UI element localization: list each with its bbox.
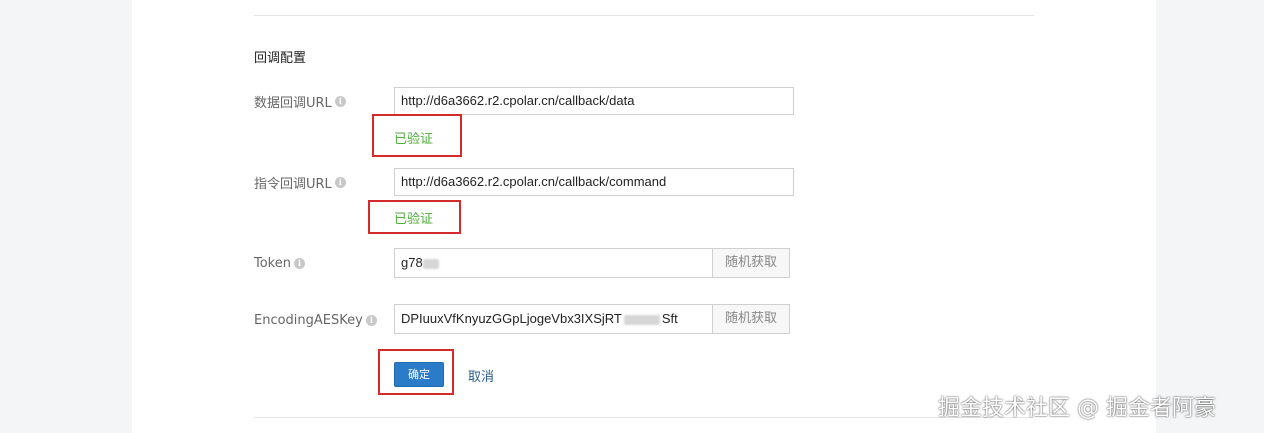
redacted-blur: [422, 258, 439, 269]
bottom-divider: [254, 417, 1034, 418]
data-callback-label-row: 数据回调URL i: [254, 92, 346, 111]
data-callback-label: 数据回调URL: [254, 95, 332, 111]
token-label: Token: [254, 255, 291, 271]
token-random-button[interactable]: 随机获取: [712, 248, 791, 278]
token-input-group: g78 随机获取: [394, 248, 791, 278]
top-divider: [254, 15, 1034, 16]
token-label-row: Token i: [254, 254, 305, 272]
command-callback-url-input[interactable]: http://d6a3662.r2.cpolar.cn/callback/com…: [394, 168, 794, 196]
cancel-link[interactable]: 取消: [468, 366, 494, 385]
section-title: 回调配置: [254, 51, 307, 66]
aes-key-random-button[interactable]: 随机获取: [712, 304, 791, 334]
info-icon[interactable]: i: [365, 314, 377, 326]
highlight-box-command-status: [368, 200, 461, 234]
aes-key-input-group: DPIuuxVfKnyuzGGpLjogeVbx3IXSjRT Sft 随机获取: [394, 304, 791, 334]
info-icon[interactable]: i: [294, 257, 305, 269]
highlight-box-data-status: [372, 114, 462, 157]
redacted-blur: [623, 314, 660, 325]
command-callback-label-row: 指令回调URL i: [254, 173, 346, 192]
info-icon[interactable]: i: [334, 95, 346, 107]
command-callback-label: 指令回调URL: [254, 176, 332, 192]
highlight-box-confirm: [378, 349, 454, 395]
info-icon[interactable]: i: [334, 176, 346, 188]
aes-key-label-row: EncodingAESKey i: [254, 311, 377, 329]
token-input[interactable]: g78: [394, 248, 712, 278]
aes-key-input[interactable]: DPIuuxVfKnyuzGGpLjogeVbx3IXSjRT Sft: [394, 304, 712, 334]
aes-key-label: EncodingAESKey: [254, 312, 363, 328]
data-callback-url-input[interactable]: http://d6a3662.r2.cpolar.cn/callback/dat…: [394, 87, 794, 115]
watermark: 掘金技术社区 @ 掘金者阿豪: [938, 396, 1216, 421]
aes-key-value-start: DPIuuxVfKnyuzGGpLjogeVbx3IXSjRT: [401, 311, 622, 326]
aes-key-value-end: Sft: [661, 311, 678, 326]
token-value: g78: [401, 255, 423, 270]
